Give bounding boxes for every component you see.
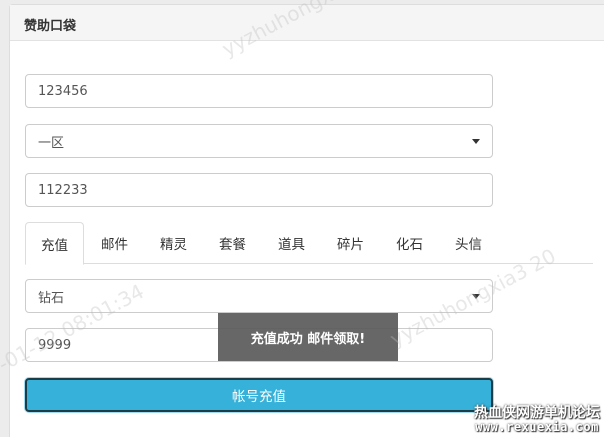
role-input[interactable]: 112233 (25, 173, 493, 207)
tab-recharge[interactable]: 充值 (25, 222, 84, 265)
tab-fossils[interactable]: 化石 (381, 222, 438, 264)
success-toast: 充值成功 邮件领取! (218, 313, 398, 361)
tab-package[interactable]: 套餐 (204, 222, 261, 264)
role-input-value: 112233 (38, 182, 88, 198)
site-url: www.rexuexia.com (475, 420, 599, 435)
account-input[interactable]: 123456 (25, 74, 493, 108)
tab-head[interactable]: 头信 (440, 222, 497, 264)
tab-mail[interactable]: 邮件 (86, 222, 143, 264)
panel-title: 赞助口袋 (10, 5, 604, 41)
server-select[interactable]: 一区 (25, 124, 493, 158)
account-input-value: 123456 (38, 83, 88, 99)
sponsor-panel: 赞助口袋 123456 一区 112233 充值 邮件 精灵 套餐 道具 碎片 … (9, 4, 604, 437)
site-watermark: 热血侠网游单机论坛 www.rexuexia.com (474, 405, 600, 435)
amount-input-value: 9999 (38, 337, 72, 353)
tab-fragments[interactable]: 碎片 (322, 222, 379, 264)
account-recharge-button[interactable]: 帐号充值 (25, 378, 493, 412)
tab-items[interactable]: 道具 (263, 222, 320, 264)
server-select-value: 一区 (38, 135, 65, 151)
site-name: 热血侠网游单机论坛 (474, 405, 600, 422)
tab-bar: 充值 邮件 精灵 套餐 道具 碎片 化石 头信 (25, 222, 593, 265)
chevron-down-icon (472, 139, 480, 144)
item-select-value: 钻石 (38, 290, 65, 306)
tab-spirit[interactable]: 精灵 (145, 222, 202, 264)
item-select[interactable]: 钻石 (25, 279, 493, 313)
chevron-down-icon (472, 294, 480, 299)
